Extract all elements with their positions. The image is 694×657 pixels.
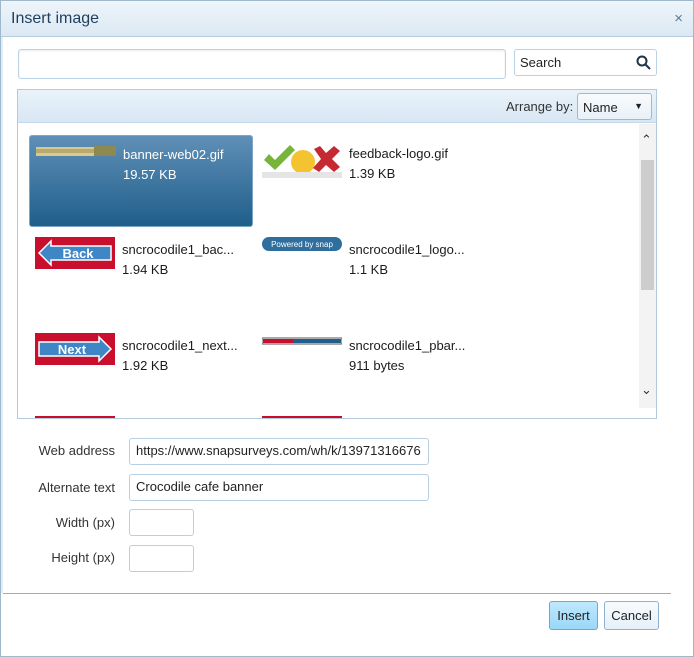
svg-text:Powered by snap: Powered by snap <box>271 240 333 249</box>
file-size: 1.92 KB <box>122 358 169 373</box>
file-name: feedback-logo.gif <box>349 146 449 161</box>
file-tile-sncrocodile1-logo[interactable]: Powered by snap sncrocodile1_logo... 1.1… <box>256 231 480 323</box>
scrollbar-thumb[interactable] <box>641 160 654 290</box>
chevron-down-icon[interactable]: ⌄ <box>641 382 652 398</box>
width-field[interactable] <box>129 509 194 536</box>
banner-thumbnail <box>36 146 116 156</box>
file-tile-sncrocodile1-back[interactable]: Back sncrocodile1_bac... 1.94 KB <box>29 231 253 323</box>
svg-text:Next: Next <box>58 342 87 357</box>
footer-separator <box>3 593 671 594</box>
file-tile-banner-web02[interactable]: banner-web02.gif 19.57 KB <box>29 135 253 227</box>
file-tile-sncrocodile1-next[interactable]: Next sncrocodile1_next... 1.92 KB <box>29 327 253 418</box>
file-size: 1.39 KB <box>349 166 396 181</box>
chevron-down-icon: ▼ <box>634 101 643 111</box>
arrange-by-select[interactable]: Name ▼ <box>577 93 652 120</box>
dialog-titlebar: Insert image × <box>1 1 693 37</box>
dialog-title: Insert image <box>11 10 100 27</box>
svg-text:Back: Back <box>62 246 94 261</box>
arrange-by-label: Arrange by: <box>506 99 574 114</box>
cancel-button[interactable]: Cancel <box>604 601 659 630</box>
browser-toolbar: Arrange by: Name ▼ <box>18 90 656 123</box>
height-label: Height (px) <box>51 550 115 565</box>
search-input[interactable] <box>18 49 506 79</box>
file-name: sncrocodile1_next... <box>122 338 238 353</box>
search-icon[interactable] <box>636 55 651 70</box>
file-size: 1.94 KB <box>122 262 169 277</box>
file-size: 911 bytes <box>349 358 405 373</box>
file-tile-feedback-logo[interactable]: feedback-logo.gif 1.39 KB <box>256 135 480 227</box>
next-button-thumbnail: Next <box>35 333 115 365</box>
powered-by-snap-thumbnail: Powered by snap <box>262 237 342 251</box>
image-browser: Arrange by: Name ▼ banner-web02.gif 19.5… <box>17 89 657 419</box>
file-name: sncrocodile1_logo... <box>349 242 465 257</box>
file-name: sncrocodile1_pbar... <box>349 338 466 353</box>
web-address-field[interactable]: https://www.snapsurveys.com/wh/k/1397131… <box>129 438 429 465</box>
file-size: 1.1 KB <box>349 262 389 277</box>
search-button[interactable]: Search <box>514 49 657 76</box>
close-icon[interactable]: × <box>674 10 683 27</box>
insert-image-dialog: Insert image × Search Arrange by: Name ▼… <box>0 0 694 657</box>
height-field[interactable] <box>129 545 194 572</box>
dialog-left-edge <box>1 37 3 593</box>
partial-thumbnail <box>35 416 115 418</box>
partial-thumbnail <box>262 416 342 418</box>
arrange-by-value: Name <box>583 100 618 115</box>
search-button-label: Search <box>520 55 562 70</box>
browser-scrollbar[interactable]: ⌃ ⌄ <box>639 124 656 408</box>
file-tile-sncrocodile1-pbar[interactable]: sncrocodile1_pbar... 911 bytes <box>256 327 480 418</box>
insert-button[interactable]: Insert <box>549 601 598 630</box>
width-label: Width (px) <box>55 515 115 530</box>
progress-bar-thumbnail <box>262 337 342 345</box>
alternate-text-label: Alternate text <box>38 480 115 495</box>
file-name: sncrocodile1_bac... <box>122 242 235 257</box>
feedback-logo-thumbnail <box>262 142 342 178</box>
alternate-text-field[interactable]: Crocodile cafe banner <box>129 474 429 501</box>
chevron-up-icon[interactable]: ⌃ <box>641 132 652 148</box>
file-size: 19.57 KB <box>123 167 177 182</box>
back-button-thumbnail: Back <box>35 237 115 269</box>
file-name: banner-web02.gif <box>123 147 224 162</box>
web-address-label: Web address <box>38 443 115 458</box>
